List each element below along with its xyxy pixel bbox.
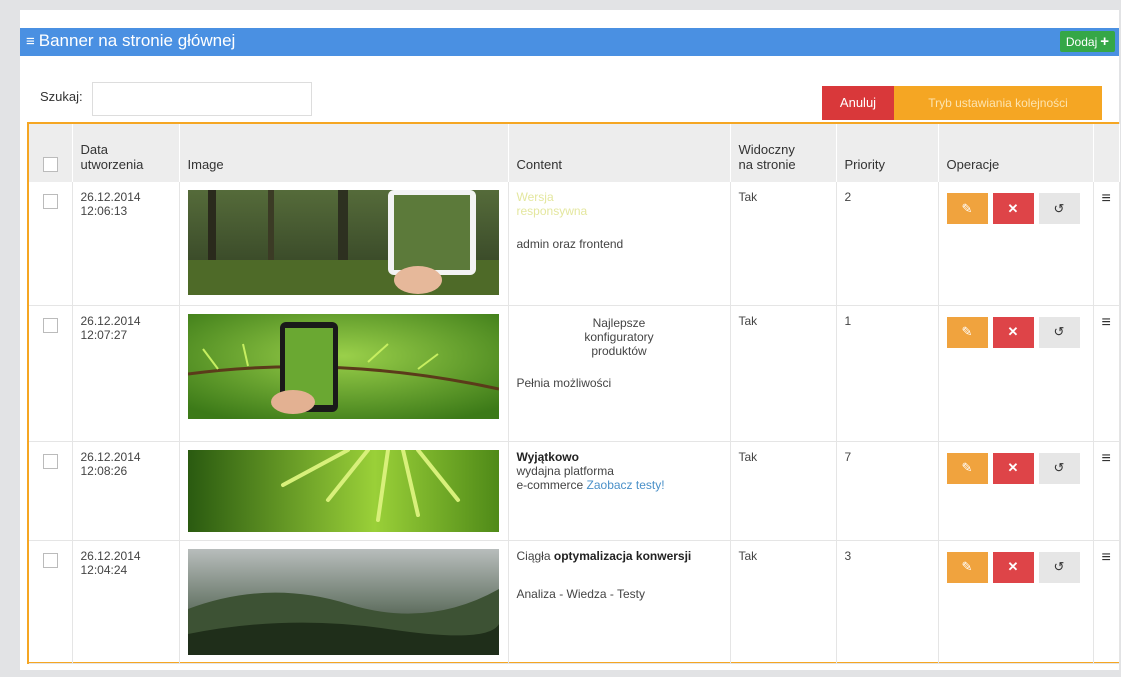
close-icon[interactable]: ✕ [992,551,1034,583]
content-cell: Wyjątkowo wydajna platforma e-commerce Z… [508,441,731,541]
pencil-icon[interactable]: ✎ [946,452,988,484]
row-checkbox[interactable] [43,317,58,333]
column-operations: Operacje [938,124,1094,182]
created-cell: 26.12.2014 12:07:27 [72,305,180,442]
drag-cell: ≡ [1093,441,1120,541]
banner-image [179,305,509,442]
visible-cell: Tak [730,540,837,664]
cancel-button[interactable]: Anuluj [822,86,894,120]
banner-image-branch-tablet [187,313,499,419]
drag-cell: ≡ [1093,305,1120,442]
search-label: Szukaj: [40,89,83,104]
banner-image-green-leaves [187,449,499,532]
drag-cell: ≡ [1093,540,1120,664]
history-icon[interactable]: ↺ [1038,316,1080,348]
banner-image [179,540,509,664]
table-header-row: Data utworzenia Image Content Widoczny na … [29,124,1120,182]
row-checkbox[interactable] [43,453,58,469]
panel-header: ≡ Banner na stronie głównej Dodaj + [20,28,1119,56]
operations-cell: ✎ ✕ ↺ [938,182,1094,306]
banner-image-forest-tablet [187,190,499,295]
priority-cell: 3 [836,540,939,664]
hamburger-icon: ≡ [26,33,35,50]
column-priority[interactable]: Priority [836,124,939,182]
hamburger-icon[interactable]: ≡ [1102,190,1111,207]
priority-cell: 1 [836,305,939,442]
hamburger-icon[interactable]: ≡ [1102,450,1111,467]
created-cell: 26.12.2014 12:06:13 [72,182,180,306]
pencil-icon[interactable]: ✎ [946,316,988,348]
operations-cell: ✎ ✕ ↺ [938,441,1094,541]
operations-cell: ✎ ✕ ↺ [938,305,1094,442]
close-icon[interactable]: ✕ [992,452,1034,484]
column-created[interactable]: Data utworzenia [72,124,180,182]
priority-cell: 2 [836,182,939,306]
visible-cell: Tak [730,441,837,541]
row-checkbox[interactable] [43,194,58,209]
priority-cell: 7 [836,441,939,541]
table-row: 26.12.2014 12:08:26 Wyjątkowo wydajna pla… [29,441,1120,541]
close-icon[interactable]: ✕ [992,193,1034,224]
row-checkbox[interactable] [43,552,58,568]
content-cell: Ciągła optymalizacja konwersji Analiza -… [508,540,731,664]
table-row: 26.12.2014 12:07:27 Najlepsze konfigurato… [29,305,1120,442]
created-cell: 26.12.2014 12:08:26 [72,441,180,541]
history-icon[interactable]: ↺ [1038,551,1080,583]
column-visible[interactable]: Widoczny na stronie [730,124,837,182]
column-drag [1093,124,1120,182]
history-icon[interactable]: ↺ [1038,452,1080,484]
close-icon[interactable]: ✕ [992,316,1034,348]
banner-image [179,441,509,541]
created-cell: 26.12.2014 12:04:24 [72,540,180,664]
table-row: 26.12.2014 12:06:13 Wersja responsywna ad… [29,182,1120,306]
select-all-checkbox[interactable] [43,157,58,172]
search-input[interactable] [92,82,312,116]
pencil-icon[interactable]: ✎ [946,551,988,583]
column-image[interactable]: Image [179,124,509,182]
visible-cell: Tak [730,182,837,306]
plus-icon: + [1100,33,1109,50]
hamburger-icon[interactable]: ≡ [1102,314,1111,331]
history-icon[interactable]: ↺ [1038,193,1080,224]
banner-image [179,182,509,306]
drag-cell: ≡ [1093,182,1120,306]
operations-cell: ✎ ✕ ↺ [938,540,1094,664]
column-content[interactable]: Content [508,124,731,182]
banner-image-misty-forest [187,548,499,655]
hamburger-icon[interactable]: ≡ [1102,549,1111,566]
add-button[interactable]: Dodaj + [1059,31,1115,52]
visible-cell: Tak [730,305,837,442]
page-title: ≡ Banner na stronie głównej [26,31,236,50]
test-link[interactable]: Zaobacz testy! [587,478,665,492]
content-cell: Najlepsze konfiguratory produktów Pełnia… [508,305,731,442]
banner-table: Data utworzenia Image Content Widoczny na … [27,122,1120,664]
content-cell: Wersja responsywna admin oraz frontend [508,182,731,306]
table-row: 26.12.2014 12:04:24 Ciągła optymalizacja … [29,540,1120,664]
order-mode-button[interactable]: Tryb ustawiania kolejności [894,86,1102,120]
pencil-icon[interactable]: ✎ [946,193,988,224]
